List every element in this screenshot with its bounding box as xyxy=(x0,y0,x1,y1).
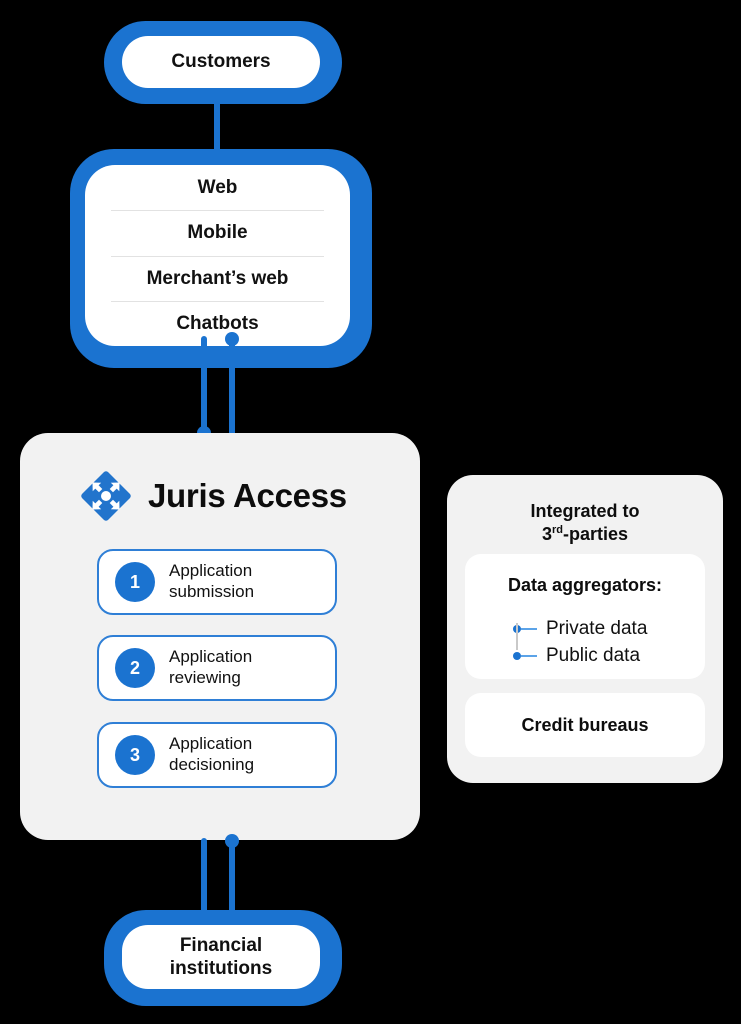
third-parties-title-line2: 3rd-parties xyxy=(542,524,628,544)
data-aggregator-label-private: Private data xyxy=(546,617,648,639)
data-aggregators-card[interactable]: Data aggregators: Private data Public da… xyxy=(465,554,705,679)
channels-list: Web Mobile Merchant’s web Chatbots xyxy=(85,165,350,346)
step-label-2-line1: Application xyxy=(169,647,253,667)
channel-item-chatbots[interactable]: Chatbots xyxy=(85,300,350,346)
customers-label-wrap: Customers xyxy=(122,36,320,88)
connector-channels-to-juris-left xyxy=(201,336,207,436)
step-label-1-line1: Application xyxy=(169,561,253,581)
data-aggregators-title: Data aggregators: xyxy=(507,575,663,595)
step-label-3-line2: decisioning xyxy=(169,755,255,774)
connector-juris-right-start-dot xyxy=(225,834,239,848)
data-aggregator-item-public[interactable]: Public data xyxy=(513,642,647,669)
juris-access-brand: Juris Access xyxy=(78,468,347,524)
financial-institutions-line1: Financial xyxy=(179,934,263,956)
step-label-2: Application reviewing xyxy=(169,647,252,688)
juris-access-title: Juris Access xyxy=(148,477,347,514)
channel-label-web: Web xyxy=(197,177,238,199)
third-parties-title-line1: Integrated to xyxy=(530,501,640,521)
data-aggregators-sublist: Private data Public data xyxy=(513,615,647,669)
data-aggregator-label-public: Public data xyxy=(546,644,641,666)
leader-line xyxy=(521,627,537,630)
step-label-3-line1: Application xyxy=(169,734,253,754)
connector-channels-right-start-dot xyxy=(225,332,239,346)
third-parties-title-ordinal: rd xyxy=(551,524,563,537)
step-card-application-decisioning[interactable]: 3 Application decisioning xyxy=(97,722,337,788)
channel-label-merchants-web: Merchant’s web xyxy=(146,267,289,289)
diamond-converge-icon xyxy=(78,468,134,524)
third-parties-panel: Integrated to 3rd-parties Data aggregato… xyxy=(447,475,723,783)
step-badge-2: 2 xyxy=(115,648,155,688)
credit-bureaus-card[interactable]: Credit bureaus xyxy=(465,693,705,757)
channel-label-chatbots: Chatbots xyxy=(176,312,259,334)
channel-item-web[interactable]: Web xyxy=(85,165,350,210)
third-parties-title-number: 3 xyxy=(541,524,552,545)
channels-inner: Web Mobile Merchant’s web Chatbots xyxy=(85,165,350,346)
step-badge-3: 3 xyxy=(115,735,155,775)
channel-item-mobile[interactable]: Mobile xyxy=(85,210,350,255)
bullet-dot-icon xyxy=(513,651,521,660)
step-label-1: Application submission xyxy=(169,561,254,602)
step-badge-1: 1 xyxy=(115,562,155,602)
customers-node[interactable]: Customers xyxy=(104,21,342,104)
financial-institutions-line2: institutions xyxy=(169,958,273,979)
channel-item-merchants-web[interactable]: Merchant’s web xyxy=(85,255,350,301)
leader-line xyxy=(521,654,537,657)
step-label-1-line2: submission xyxy=(169,582,255,601)
third-parties-title: Integrated to 3rd-parties xyxy=(447,500,723,547)
customers-label: Customers xyxy=(171,51,271,73)
sublist-spine xyxy=(516,623,518,650)
financial-institutions-label: Financial institutions xyxy=(170,934,272,980)
channels-node[interactable]: Web Mobile Merchant’s web Chatbots xyxy=(70,149,372,368)
data-aggregator-item-private[interactable]: Private data xyxy=(513,615,647,642)
financial-institutions-node[interactable]: Financial institutions xyxy=(104,910,342,1006)
step-label-2-line2: reviewing xyxy=(169,668,241,687)
credit-bureaus-label: Credit bureaus xyxy=(521,714,649,735)
step-label-3: Application decisioning xyxy=(169,734,254,775)
diagram-canvas: Customers Web Mobile Merchant’s web Chat… xyxy=(0,0,741,1024)
financial-institutions-label-wrap: Financial institutions xyxy=(122,925,320,989)
step-card-application-reviewing[interactable]: 2 Application reviewing xyxy=(97,635,337,701)
connector-channels-to-juris-right xyxy=(229,336,235,436)
step-card-application-submission[interactable]: 1 Application submission xyxy=(97,549,337,615)
channel-label-mobile: Mobile xyxy=(187,222,248,244)
third-parties-title-suffix: -parties xyxy=(562,524,629,545)
